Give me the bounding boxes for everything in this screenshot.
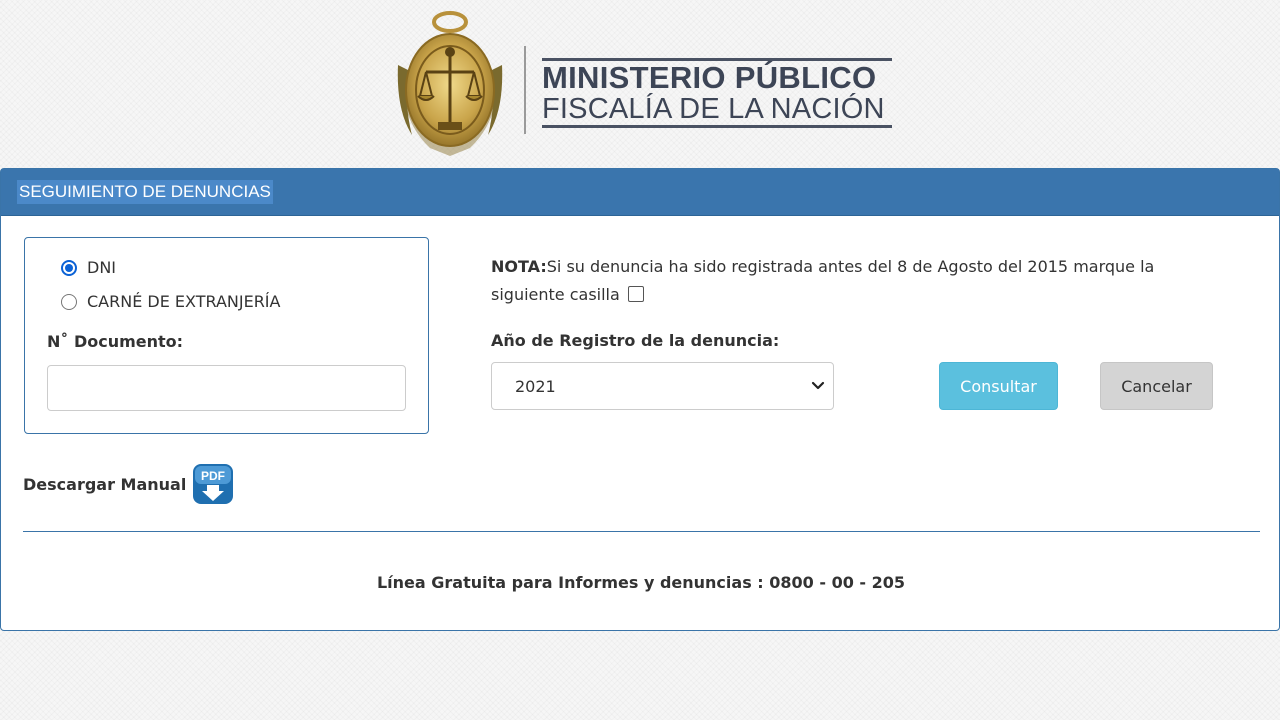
ministerio-seal-logo xyxy=(397,11,503,156)
tracking-panel: SEGUIMIENTO DE DENUNCIAS DNI CARNÉ DE EX… xyxy=(0,168,1280,631)
cancelar-button[interactable]: Cancelar xyxy=(1100,362,1213,410)
consultar-button[interactable]: Consultar xyxy=(939,362,1058,410)
panel-title: SEGUIMIENTO DE DENUNCIAS xyxy=(17,180,273,204)
note-prefix: NOTA: xyxy=(491,257,547,276)
download-manual[interactable]: Descargar Manual PDF xyxy=(23,463,234,505)
note-body: Si su denuncia ha sido registrada antes … xyxy=(491,257,1155,304)
year-select[interactable]: 2021 xyxy=(491,362,834,410)
page-header: MINISTERIO PÚBLICO FISCALÍA DE LA NACIÓN xyxy=(0,0,1280,168)
year-select-value: 2021 xyxy=(515,376,556,396)
panel-header: SEGUIMIENTO DE DENUNCIAS xyxy=(1,169,1279,216)
document-number-input[interactable] xyxy=(47,365,406,411)
pdf-download-icon[interactable]: PDF xyxy=(192,463,234,505)
radio-dni-control[interactable] xyxy=(61,259,77,276)
document-type-box: DNI CARNÉ DE EXTRANJERÍA N˚ Documento: xyxy=(24,237,429,434)
radio-dni-label[interactable]: DNI xyxy=(87,258,116,277)
radio-dni[interactable]: DNI xyxy=(61,258,116,277)
document-number-label: N˚ Documento: xyxy=(47,332,184,351)
year-label: Año de Registro de la denuncia: xyxy=(491,331,780,350)
pre-2015-checkbox[interactable] xyxy=(627,286,644,302)
chevron-down-icon xyxy=(811,381,825,390)
radio-carne-control[interactable] xyxy=(61,293,77,310)
download-manual-label[interactable]: Descargar Manual xyxy=(23,475,186,494)
section-divider xyxy=(23,531,1260,532)
brand-title: MINISTERIO PÚBLICO xyxy=(542,60,877,95)
brand-wordmark: MINISTERIO PÚBLICO FISCALÍA DE LA NACIÓN xyxy=(542,58,892,128)
hotline-text: Línea Gratuita para Informes y denuncias… xyxy=(376,573,906,592)
radio-carne-label[interactable]: CARNÉ DE EXTRANJERÍA xyxy=(87,292,280,311)
brand-bottom-rule xyxy=(542,125,892,128)
pdf-icon-text: PDF xyxy=(201,469,225,483)
header-divider xyxy=(524,46,526,134)
radio-carne-extranjeria[interactable]: CARNÉ DE EXTRANJERÍA xyxy=(61,292,280,311)
brand-subtitle: FISCALÍA DE LA NACIÓN xyxy=(542,93,885,125)
note-text: NOTA:Si su denuncia ha sido registrada a… xyxy=(491,253,1221,309)
